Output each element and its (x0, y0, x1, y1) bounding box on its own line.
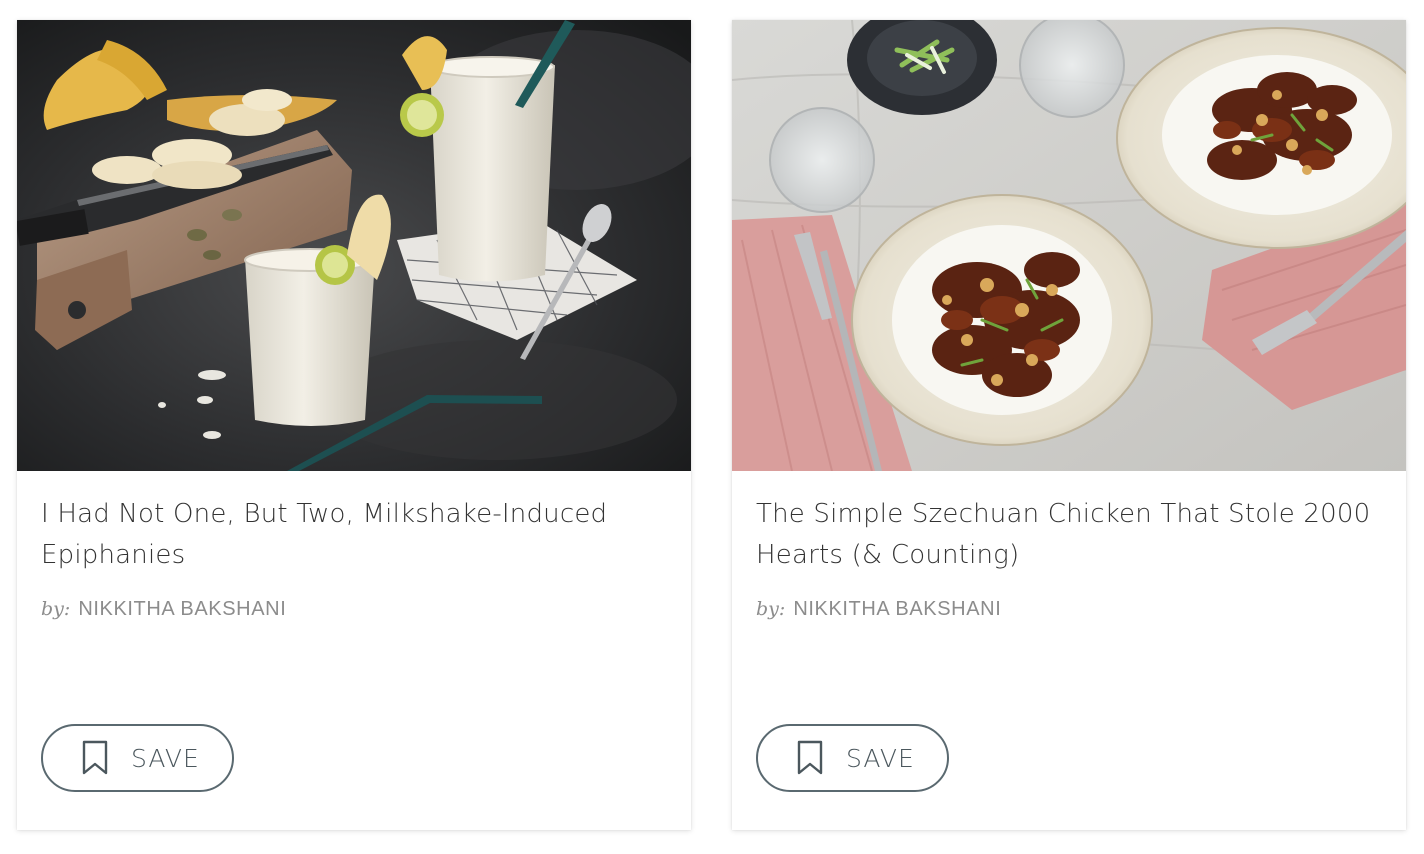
recipe-card[interactable]: The Simple Szechuan Chicken That Stole 2… (732, 20, 1406, 830)
save-label: SAVE (131, 743, 200, 773)
byline-prefix: by: (756, 598, 786, 620)
card-byline: by: NIKKITHA BAKSHANI (41, 598, 286, 621)
card-image-milkshakes[interactable] (17, 20, 691, 471)
card-byline: by: NIKKITHA BAKSHANI (756, 598, 1001, 621)
card-image-szechuan-chicken[interactable] (732, 20, 1406, 471)
card-title[interactable]: I Had Not One, But Two, Milkshake-Induce… (41, 494, 661, 576)
author-name[interactable]: NIKKITHA BAKSHANI (793, 598, 1001, 620)
recipe-card[interactable]: I Had Not One, But Two, Milkshake-Induce… (17, 20, 691, 830)
card-title[interactable]: The Simple Szechuan Chicken That Stole 2… (756, 494, 1376, 576)
save-button[interactable]: SAVE (756, 724, 949, 792)
save-label: SAVE (846, 743, 915, 773)
save-button[interactable]: SAVE (41, 724, 234, 792)
author-name[interactable]: NIKKITHA BAKSHANI (78, 598, 286, 620)
bookmark-icon (796, 740, 824, 776)
byline-prefix: by: (41, 598, 71, 620)
bookmark-icon (81, 740, 109, 776)
